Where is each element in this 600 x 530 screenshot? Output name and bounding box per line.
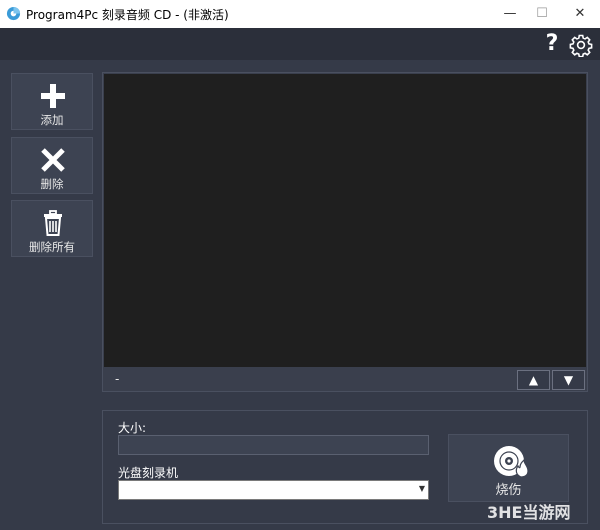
remove-all-button[interactable]: 删除所有 bbox=[11, 200, 93, 257]
top-toolbar bbox=[0, 28, 600, 60]
add-button-label: 添加 bbox=[40, 113, 64, 127]
burner-select[interactable]: ▼ bbox=[118, 480, 429, 500]
size-field bbox=[118, 435, 429, 455]
remove-button[interactable]: 删除 bbox=[11, 137, 93, 194]
move-up-button[interactable]: ▲ bbox=[517, 370, 550, 390]
disc-burn-icon bbox=[494, 446, 529, 478]
burner-label: 光盘刻录机 bbox=[118, 466, 179, 480]
list-status-text: - bbox=[115, 372, 120, 386]
remove-button-label: 删除 bbox=[40, 177, 64, 191]
gear-icon[interactable] bbox=[569, 33, 593, 57]
burn-button[interactable]: 烧伤 bbox=[448, 434, 569, 502]
size-label: 大小: bbox=[118, 421, 147, 435]
window-title: Program4Pc 刻录音频 CD - (非激活) bbox=[26, 8, 229, 22]
help-icon[interactable]: ? bbox=[543, 30, 561, 58]
title-bar: Program4Pc 刻录音频 CD - (非激活) — ☐ ✕ bbox=[0, 0, 600, 28]
app-logo-icon bbox=[6, 6, 21, 21]
close-window-button[interactable]: ✕ bbox=[560, 0, 600, 28]
close-icon bbox=[41, 148, 65, 172]
move-down-button[interactable]: ▼ bbox=[552, 370, 585, 390]
remove-all-button-label: 删除所有 bbox=[29, 240, 75, 254]
trash-icon bbox=[44, 210, 62, 236]
add-button[interactable]: 添加 bbox=[11, 73, 93, 130]
maximize-button[interactable]: ☐ bbox=[522, 0, 562, 28]
burn-button-label: 烧伤 bbox=[495, 483, 522, 498]
file-list[interactable] bbox=[104, 74, 586, 367]
file-list-panel: - ▲ ▼ bbox=[102, 72, 588, 392]
chevron-down-icon: ▼ bbox=[418, 484, 425, 493]
watermark-logo: 3HE当游网 bbox=[487, 503, 571, 522]
plus-icon bbox=[41, 84, 65, 108]
